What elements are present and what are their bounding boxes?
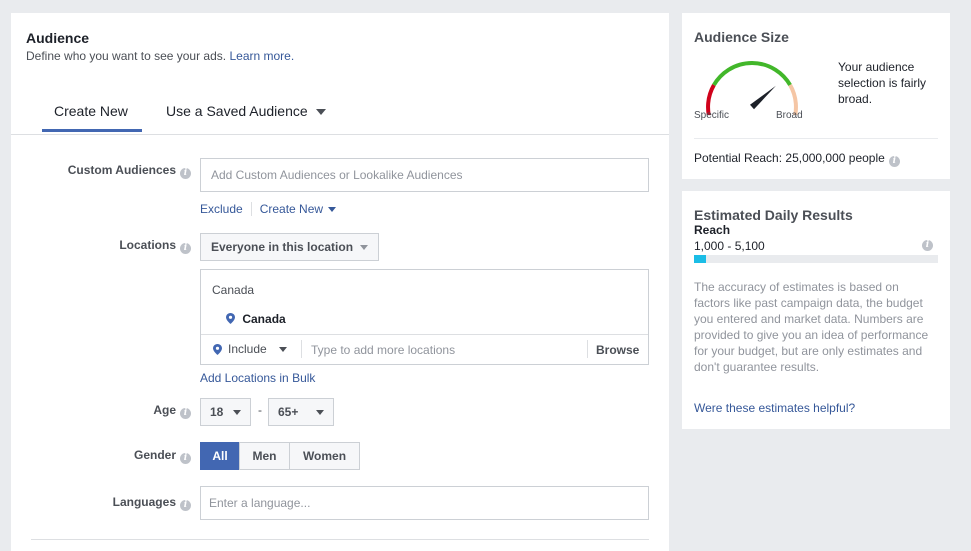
gauge-specific-label: Specific — [694, 110, 730, 121]
active-tab-indicator — [42, 129, 142, 132]
accuracy-note: The accuracy of estimates is based on fa… — [694, 280, 929, 374]
tab-create-new[interactable]: Create New — [54, 103, 128, 119]
potential-reach-text: Potential Reach: 25,000,000 people — [694, 151, 885, 165]
gender-selector: All Men Women — [200, 442, 360, 470]
selected-location[interactable]: Canada — [226, 312, 286, 326]
create-new-label: Create New — [259, 202, 324, 216]
include-divider — [301, 340, 302, 358]
locations-divider — [201, 334, 648, 335]
chevron-down-icon — [316, 409, 324, 415]
location-pin-icon — [213, 343, 222, 355]
selected-location-label: Canada — [242, 312, 286, 326]
languages-input[interactable]: Enter a language... — [200, 486, 649, 520]
locations-label: Locations i — [119, 238, 191, 254]
languages-label: Languages i — [113, 495, 191, 511]
browse-button[interactable]: Browse — [596, 343, 639, 357]
audience-panel: Audience Define who you want to see your… — [11, 13, 669, 551]
include-dropdown[interactable]: Include — [213, 342, 287, 356]
daily-results-title: Estimated Daily Results — [694, 207, 853, 223]
gender-label: Gender i — [134, 448, 191, 464]
tab-saved-audience[interactable]: Use a Saved Audience — [166, 103, 326, 119]
custom-audiences-actions: Exclude Create New — [200, 202, 337, 216]
age-min-value: 18 — [210, 405, 224, 419]
audience-size-divider — [694, 138, 938, 139]
tabs-divider — [11, 134, 669, 135]
section-divider — [31, 539, 649, 540]
age-label: Age i — [153, 403, 191, 419]
daily-results-panel: Estimated Daily Results Reach 1,000 - 5,… — [682, 191, 950, 429]
location-search-input[interactable]: Type to add more locations — [311, 343, 455, 357]
languages-label-text: Languages — [112, 495, 176, 509]
exclude-link[interactable]: Exclude — [200, 202, 243, 216]
chevron-down-icon — [278, 346, 287, 352]
reach-label: Reach — [694, 223, 731, 237]
audience-title: Audience — [26, 30, 90, 46]
location-type-dropdown[interactable]: Everyone in this location — [200, 233, 379, 261]
gauge-needle — [750, 85, 776, 110]
age-label-text: Age — [153, 403, 176, 417]
info-icon[interactable]: i — [180, 243, 191, 254]
locations-label-text: Locations — [119, 238, 176, 252]
learn-more-link[interactable]: Learn more. — [229, 49, 294, 63]
gauge-broad-label: Broad — [776, 110, 803, 121]
chevron-down-icon — [360, 244, 368, 250]
audience-subtitle: Define who you want to see your ads. Lea… — [26, 49, 294, 63]
info-icon[interactable]: i — [922, 240, 933, 251]
audience-size-title: Audience Size — [694, 29, 789, 45]
locations-box: Canada Canada Include Type to add more l… — [200, 269, 649, 365]
custom-audiences-input[interactable]: Add Custom Audiences or Lookalike Audien… — [200, 158, 649, 192]
actions-divider — [250, 202, 252, 216]
age-max-dropdown[interactable]: 65+ — [268, 398, 334, 426]
location-group-heading: Canada — [212, 283, 255, 297]
reach-range: 1,000 - 5,100 — [694, 239, 765, 253]
include-label: Include — [228, 342, 267, 356]
gender-label-text: Gender — [133, 448, 176, 462]
info-icon[interactable]: i — [180, 408, 191, 419]
location-type-label: Everyone in this location — [211, 240, 354, 254]
location-pin-icon — [226, 313, 235, 324]
custom-audiences-label-text: Custom Audiences — [67, 163, 176, 177]
browse-divider — [587, 340, 588, 358]
info-icon[interactable]: i — [888, 156, 900, 167]
chevron-down-icon — [315, 109, 326, 116]
gender-women-button[interactable]: Women — [289, 442, 360, 470]
audience-size-description: Your audience selection is fairly broad. — [838, 60, 927, 106]
audience-gauge-icon — [706, 61, 798, 115]
info-icon[interactable]: i — [180, 168, 191, 179]
estimates-helpful-link[interactable]: Were these estimates helpful? — [694, 401, 855, 415]
age-max-value: 65+ — [278, 405, 299, 419]
gender-men-button[interactable]: Men — [239, 442, 290, 470]
age-min-dropdown[interactable]: 18 — [200, 398, 251, 426]
gauge-middle-arc — [712, 61, 792, 87]
add-locations-bulk-link[interactable]: Add Locations in Bulk — [200, 371, 315, 385]
age-separator: - — [258, 403, 262, 417]
gender-all-button[interactable]: All — [200, 442, 240, 470]
reach-progress-bar — [694, 255, 938, 263]
create-new-link[interactable]: Create New — [260, 202, 337, 216]
custom-audiences-label: Custom Audiences i — [68, 163, 191, 179]
potential-reach: Potential Reach: 25,000,000 people i — [694, 151, 900, 167]
reach-progress-fill — [694, 255, 707, 263]
audience-size-panel: Audience Size Specific Broad Your audien… — [682, 13, 950, 179]
chevron-down-icon — [328, 207, 337, 213]
info-icon[interactable]: i — [180, 453, 191, 464]
chevron-down-icon — [233, 409, 241, 415]
info-icon[interactable]: i — [180, 500, 191, 511]
tab-saved-audience-label: Use a Saved Audience — [166, 103, 308, 119]
audience-subtitle-text: Define who you want to see your ads. — [26, 49, 227, 63]
